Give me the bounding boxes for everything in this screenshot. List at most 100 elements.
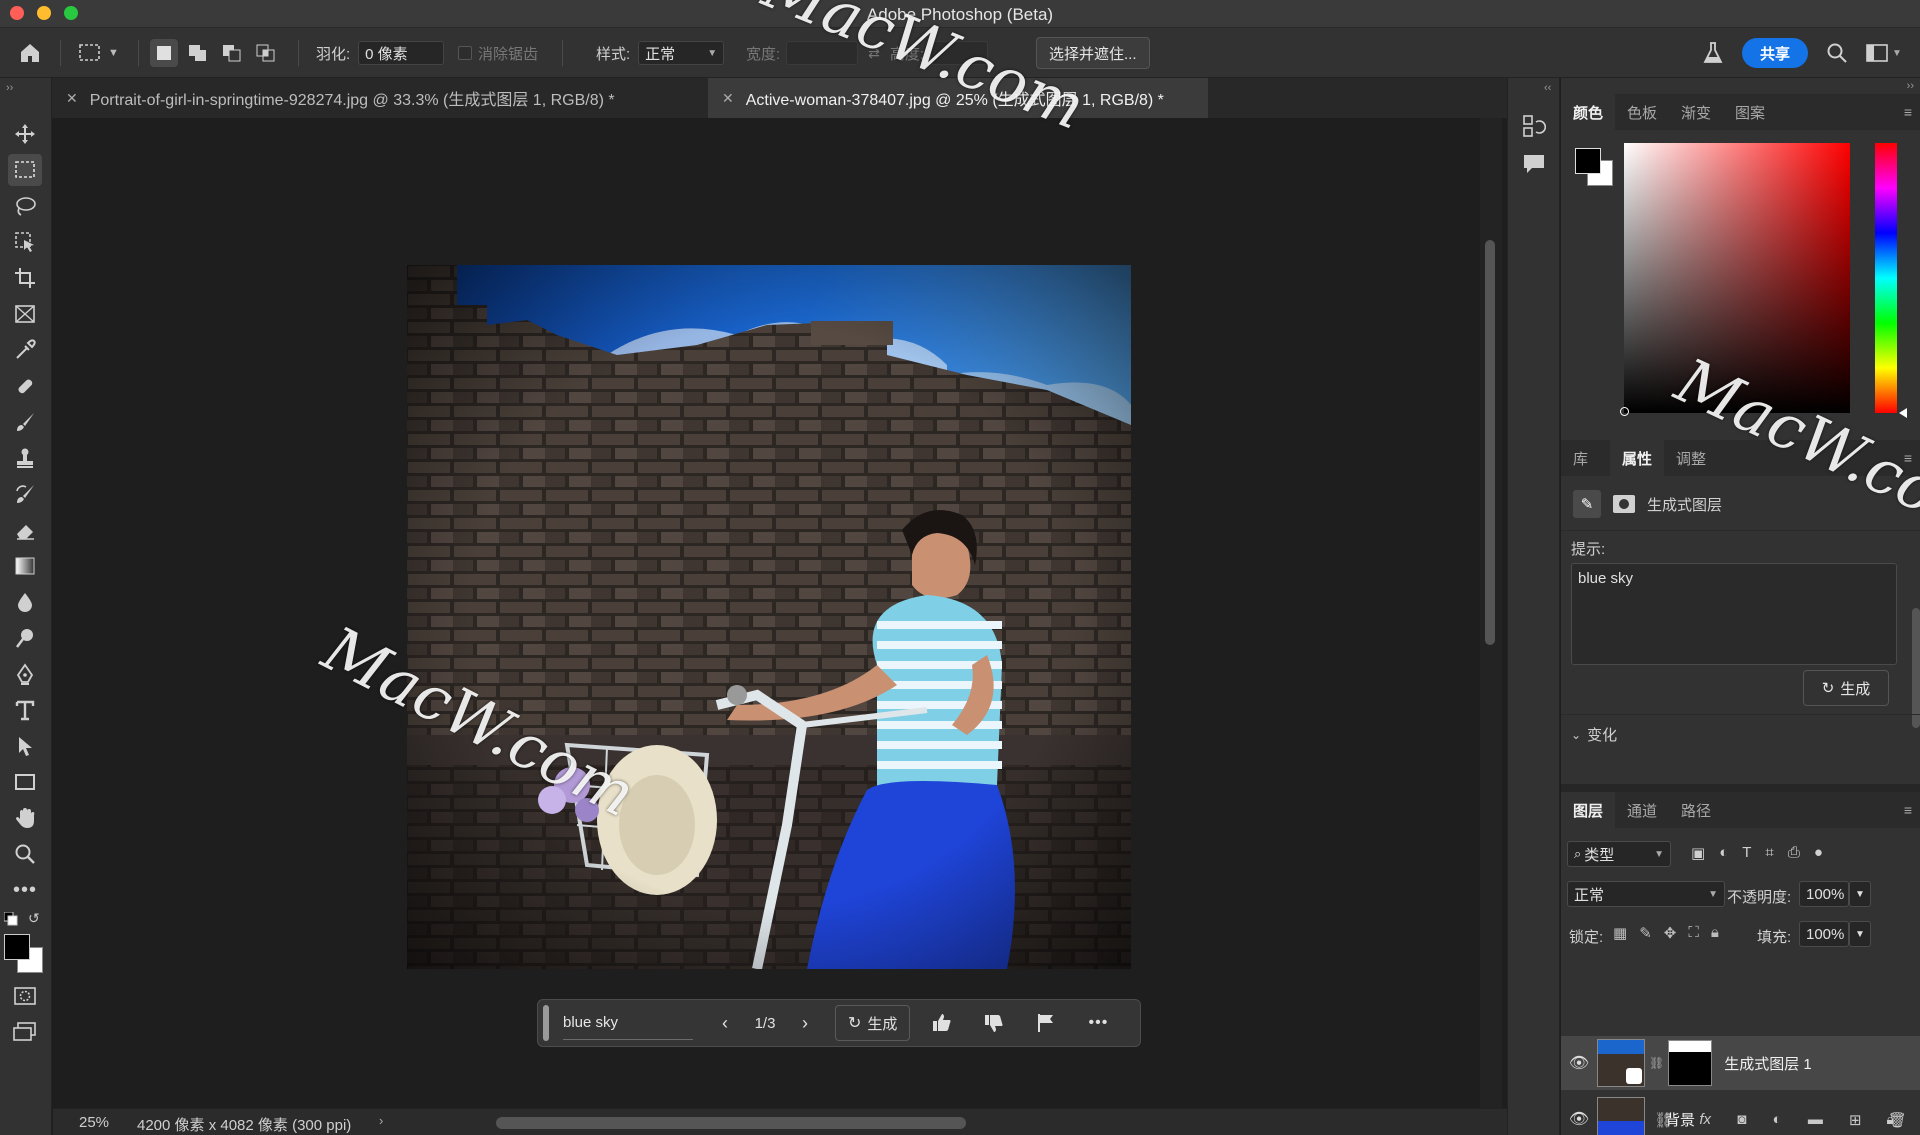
thumbs-down-button[interactable] <box>968 1013 1020 1033</box>
properties-scrollbar[interactable] <box>1912 608 1920 728</box>
antialias-checkbox[interactable] <box>458 46 472 60</box>
prompt-input[interactable]: blue sky <box>563 1006 693 1040</box>
link-layers-icon[interactable]: ⛓ <box>1654 1111 1673 1129</box>
screen-mode-button[interactable] <box>8 1016 42 1048</box>
color-picker-handle[interactable] <box>1620 407 1629 416</box>
more-options-button[interactable]: ••• <box>1072 1014 1124 1032</box>
eye-icon[interactable]: 👁︎ <box>1561 1109 1597 1129</box>
transform-section-toggle[interactable]: ⌄ 变化 <box>1571 724 1617 745</box>
tab-channels[interactable]: 通道 <box>1615 792 1669 828</box>
layer-row[interactable]: 👁︎ ⛓ 生成式图层 1 <box>1561 1036 1920 1090</box>
document-image[interactable] <box>407 265 1131 969</box>
previous-variation-button[interactable]: ‹ <box>705 1013 745 1034</box>
more-tools-button[interactable]: ••• <box>8 874 42 906</box>
filter-smart-object-icon[interactable]: ⎙ <box>1788 844 1800 862</box>
filter-shape-icon[interactable]: ⌗ <box>1765 844 1773 862</box>
tab-libraries[interactable]: 库 <box>1561 440 1600 476</box>
home-button[interactable] <box>18 28 42 78</box>
width-input[interactable] <box>786 41 859 65</box>
tab-swatches[interactable]: 色板 <box>1615 94 1669 130</box>
next-variation-button[interactable]: › <box>785 1013 825 1034</box>
subtract-selection-button[interactable] <box>218 39 246 67</box>
taskbar-drag-handle[interactable] <box>543 1005 549 1041</box>
object-selection-tool[interactable] <box>8 226 42 258</box>
intersect-selection-button[interactable] <box>252 39 280 67</box>
hue-slider-handle[interactable] <box>1899 408 1907 418</box>
new-group-icon[interactable]: ▬ <box>1808 1111 1823 1128</box>
adjustment-layer-icon[interactable]: ◐ <box>1773 1111 1782 1128</box>
zoom-level[interactable]: 25% <box>79 1114 109 1131</box>
healing-brush-tool[interactable] <box>8 370 42 402</box>
blend-mode-select[interactable]: 正常 ▼ <box>1567 881 1725 907</box>
foreground-color-swatch[interactable] <box>4 934 30 960</box>
tab-active-woman[interactable]: ✕ Active-woman-378407.jpg @ 25% (生成式图层 1… <box>708 78 1208 118</box>
filter-type-icon[interactable]: T <box>1742 844 1751 862</box>
history-brush-tool[interactable] <box>8 478 42 510</box>
report-button[interactable] <box>1020 1013 1072 1033</box>
hand-tool[interactable] <box>8 802 42 834</box>
lock-transparent-icon[interactable]: ▦ <box>1613 924 1627 942</box>
frame-tool[interactable] <box>8 298 42 330</box>
dodge-tool[interactable] <box>8 622 42 654</box>
collapse-strip-icon[interactable]: ‹‹ <box>1544 82 1551 94</box>
share-button[interactable]: 共享 <box>1742 38 1809 68</box>
lock-artboard-icon[interactable]: ⛶ <box>1688 924 1699 942</box>
fx-icon[interactable]: fx <box>1699 1111 1711 1128</box>
lock-pixels-icon[interactable]: ✎ <box>1639 924 1652 942</box>
height-input[interactable] <box>930 41 989 65</box>
filter-pixel-icon[interactable]: ▣ <box>1691 844 1705 862</box>
default-colors-icon[interactable] <box>4 912 18 926</box>
panel-menu-icon[interactable]: ≡ <box>1904 802 1912 818</box>
brush-tool[interactable] <box>8 406 42 438</box>
swap-dimensions-icon[interactable]: ⇄ <box>868 45 880 62</box>
close-icon[interactable]: ✕ <box>722 90 734 107</box>
new-layer-icon[interactable]: ⊞ <box>1849 1111 1862 1129</box>
color-foreground-swatch[interactable] <box>1575 148 1601 174</box>
path-selection-tool[interactable] <box>8 730 42 762</box>
tab-layers[interactable]: 图层 <box>1561 792 1616 828</box>
quick-mask-button[interactable] <box>8 980 42 1012</box>
panel-menu-icon[interactable]: ≡ <box>1904 104 1912 120</box>
history-panel-button[interactable] <box>1522 114 1546 138</box>
add-selection-button[interactable] <box>184 39 212 67</box>
close-icon[interactable]: ✕ <box>66 90 78 107</box>
filter-toggle-icon[interactable]: ● <box>1814 844 1823 862</box>
fill-input[interactable]: 100% <box>1799 921 1849 947</box>
horizontal-scrollbar[interactable] <box>496 1117 966 1129</box>
swap-colors-icon[interactable]: ↺ <box>28 910 40 927</box>
rect-marquee-tool[interactable] <box>8 154 42 186</box>
rectangle-tool[interactable] <box>8 766 42 798</box>
opacity-input[interactable]: 100% <box>1799 881 1849 907</box>
new-selection-button[interactable] <box>150 39 178 67</box>
panel-menu-icon[interactable]: ≡ <box>1904 450 1912 466</box>
eye-icon[interactable]: 👁︎ <box>1561 1053 1597 1073</box>
lasso-tool[interactable] <box>8 190 42 222</box>
tab-portrait-girl[interactable]: ✕ Portrait-of-girl-in-springtime-928274.… <box>52 78 704 118</box>
tab-gradients[interactable]: 渐变 <box>1669 94 1723 130</box>
canvas-area[interactable] <box>53 118 1507 1108</box>
properties-generate-button[interactable]: ↻ 生成 <box>1803 670 1889 706</box>
layer-filter-select[interactable]: ⌕ 类型 ▼ <box>1567 841 1671 867</box>
layer-mask-thumbnail[interactable] <box>1668 1040 1713 1086</box>
type-tool[interactable] <box>8 694 42 726</box>
tab-adjustments[interactable]: 调整 <box>1664 440 1718 476</box>
search-button[interactable] <box>1826 28 1848 78</box>
thumbs-up-button[interactable] <box>916 1013 968 1033</box>
gradient-tool[interactable] <box>8 550 42 582</box>
comments-panel-button[interactable] <box>1522 152 1546 176</box>
tab-properties[interactable]: 属性 <box>1610 440 1665 476</box>
lock-position-icon[interactable]: ✥ <box>1664 924 1677 942</box>
opacity-dropdown[interactable]: ▼ <box>1849 881 1871 907</box>
tab-patterns[interactable]: 图案 <box>1723 94 1777 130</box>
workspace-button[interactable]: ▼ <box>1866 28 1902 78</box>
zoom-tool[interactable] <box>8 838 42 870</box>
eraser-tool[interactable] <box>8 514 42 546</box>
labs-button[interactable] <box>1702 28 1724 78</box>
vertical-scrollbar[interactable] <box>1485 240 1495 645</box>
hue-slider[interactable] <box>1875 143 1897 413</box>
collapse-toolbar-icon[interactable]: ›› <box>6 82 13 94</box>
add-mask-icon[interactable]: ◙ <box>1737 1111 1746 1128</box>
fill-dropdown[interactable]: ▼ <box>1849 921 1871 947</box>
collapse-panels-icon[interactable]: ›› <box>1907 80 1914 92</box>
delete-layer-icon[interactable]: 🗑︎ <box>1888 1111 1907 1129</box>
